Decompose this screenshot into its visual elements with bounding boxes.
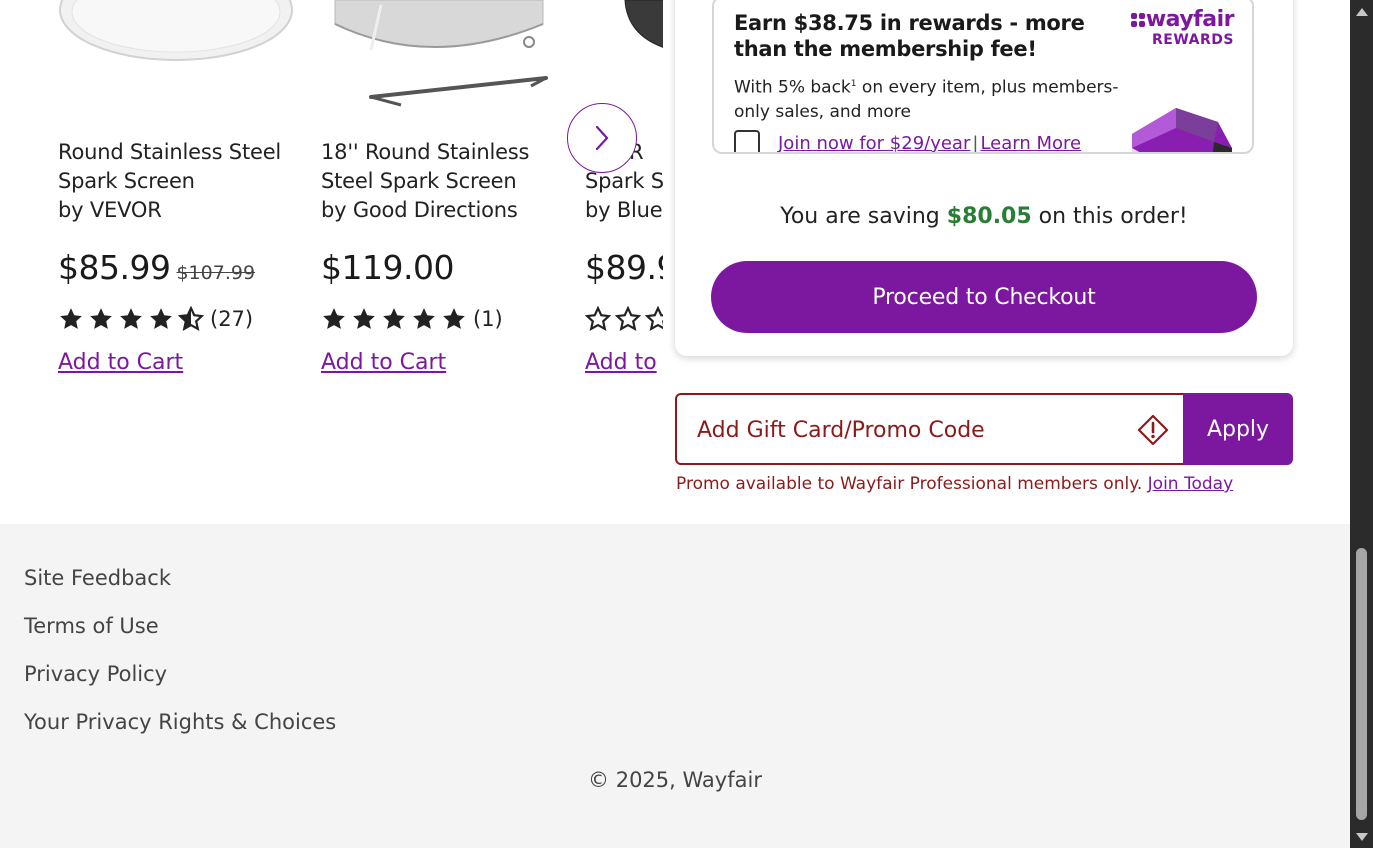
price-row: $85.99 $107.99 (58, 248, 255, 287)
triangle-up-icon (1355, 7, 1368, 16)
product-brand: by Blue (585, 198, 663, 222)
product-image[interactable] (585, 0, 663, 120)
triangle-down-icon (1355, 832, 1368, 841)
savings-message: You are saving $80.05 on this order! (780, 204, 1188, 229)
star-rating: (27) (58, 306, 253, 332)
order-summary-card: Earn $38.75 in rewards - more than the m… (675, 0, 1293, 356)
product-image[interactable] (321, 0, 561, 120)
add-to-cart-link[interactable]: Add to (585, 350, 657, 375)
star-full-icon (60, 308, 82, 329)
main-content: Round Stainless Steel Spark Screen by VE… (0, 0, 1350, 524)
wayfair-pinwheel-icon (1130, 13, 1145, 27)
learn-more-link[interactable]: Learn More (980, 133, 1081, 153)
savings-amount: $80.05 (946, 204, 1032, 229)
star-half-icon (178, 306, 204, 331)
proceed-to-checkout-button[interactable]: Proceed to Checkout (711, 261, 1257, 333)
star-rating (585, 306, 663, 332)
price-row: $89.9 (585, 248, 663, 287)
rewards-upsell: Earn $38.75 in rewards - more than the m… (712, 0, 1254, 154)
product-brand: by VEVOR (58, 198, 162, 222)
price-row: $119.00 (321, 248, 454, 287)
review-count: (1) (473, 307, 503, 331)
footer-link-site-feedback[interactable]: Site Feedback (24, 566, 171, 590)
promo-code-field[interactable] (675, 393, 1185, 465)
promo-code-input[interactable] (697, 413, 1117, 447)
star-full-icon (90, 308, 112, 329)
scrollbar-thumb[interactable] (1356, 548, 1367, 820)
chevron-right-icon (595, 125, 609, 151)
star-empty-icon (645, 306, 663, 331)
scroll-up-arrow[interactable] (1350, 0, 1373, 23)
product-name[interactable]: Round Stainless Steel Spark Screen by VE… (58, 138, 298, 225)
product-price: $85.99 (58, 248, 171, 287)
product-price: $89.9 (585, 248, 663, 287)
star-full-icon (383, 308, 405, 329)
rewards-description: With 5% back1 on every item, plus member… (734, 77, 1119, 122)
product-carousel: Round Stainless Steel Spark Screen by VE… (0, 0, 663, 400)
warning-icon (1137, 414, 1169, 446)
add-to-cart-link[interactable]: Add to Cart (58, 350, 183, 375)
rewards-checkbox[interactable] (734, 130, 760, 152)
vertical-scrollbar[interactable] (1350, 0, 1373, 848)
star-full-icon (353, 308, 375, 329)
star-rating: (1) (321, 306, 503, 332)
star-full-icon (443, 308, 465, 329)
carousel-next-button[interactable] (567, 103, 637, 173)
star-full-icon (150, 308, 172, 329)
star-full-icon (120, 308, 142, 329)
rewards-join-row: Join now for $29/year | Learn More (734, 130, 1081, 154)
footer-link-privacy-rights[interactable]: Your Privacy Rights & Choices (24, 710, 336, 734)
review-count: (27) (210, 307, 254, 331)
scroll-down-arrow[interactable] (1350, 825, 1373, 848)
link-separator: | (972, 132, 979, 154)
join-today-link[interactable]: Join Today (1148, 474, 1233, 494)
wayfair-rewards-logo: wayfair REWARDS (1124, 8, 1235, 48)
rewards-gem-icon (1132, 108, 1232, 152)
star-full-icon (323, 308, 345, 329)
footer-link-terms-of-use[interactable]: Terms of Use (24, 614, 159, 638)
apply-button[interactable]: Apply (1183, 393, 1293, 465)
star-full-icon (413, 308, 435, 329)
star-empty-icon (615, 306, 641, 331)
product-image[interactable] (58, 0, 298, 120)
product-name[interactable]: 18'' Round Stainless Steel Spark Screen … (321, 138, 561, 225)
star-empty-icon (585, 306, 611, 331)
site-footer: Site Feedback Terms of Use Privacy Polic… (0, 524, 1350, 848)
add-to-cart-link[interactable]: Add to Cart (321, 350, 446, 375)
copyright: © 2025, Wayfair (588, 768, 762, 792)
promo-code-form: Apply (675, 393, 1293, 465)
product-price: $119.00 (321, 248, 454, 287)
promo-error-message: Promo available to Wayfair Professional … (676, 474, 1234, 494)
product-brand: by Good Directions (321, 198, 518, 222)
was-price: $107.99 (176, 262, 256, 284)
footer-link-privacy-policy[interactable]: Privacy Policy (24, 662, 167, 686)
rewards-headline: Earn $38.75 in rewards - more than the m… (734, 11, 1085, 61)
join-now-link[interactable]: Join now for $29/year (778, 133, 970, 153)
